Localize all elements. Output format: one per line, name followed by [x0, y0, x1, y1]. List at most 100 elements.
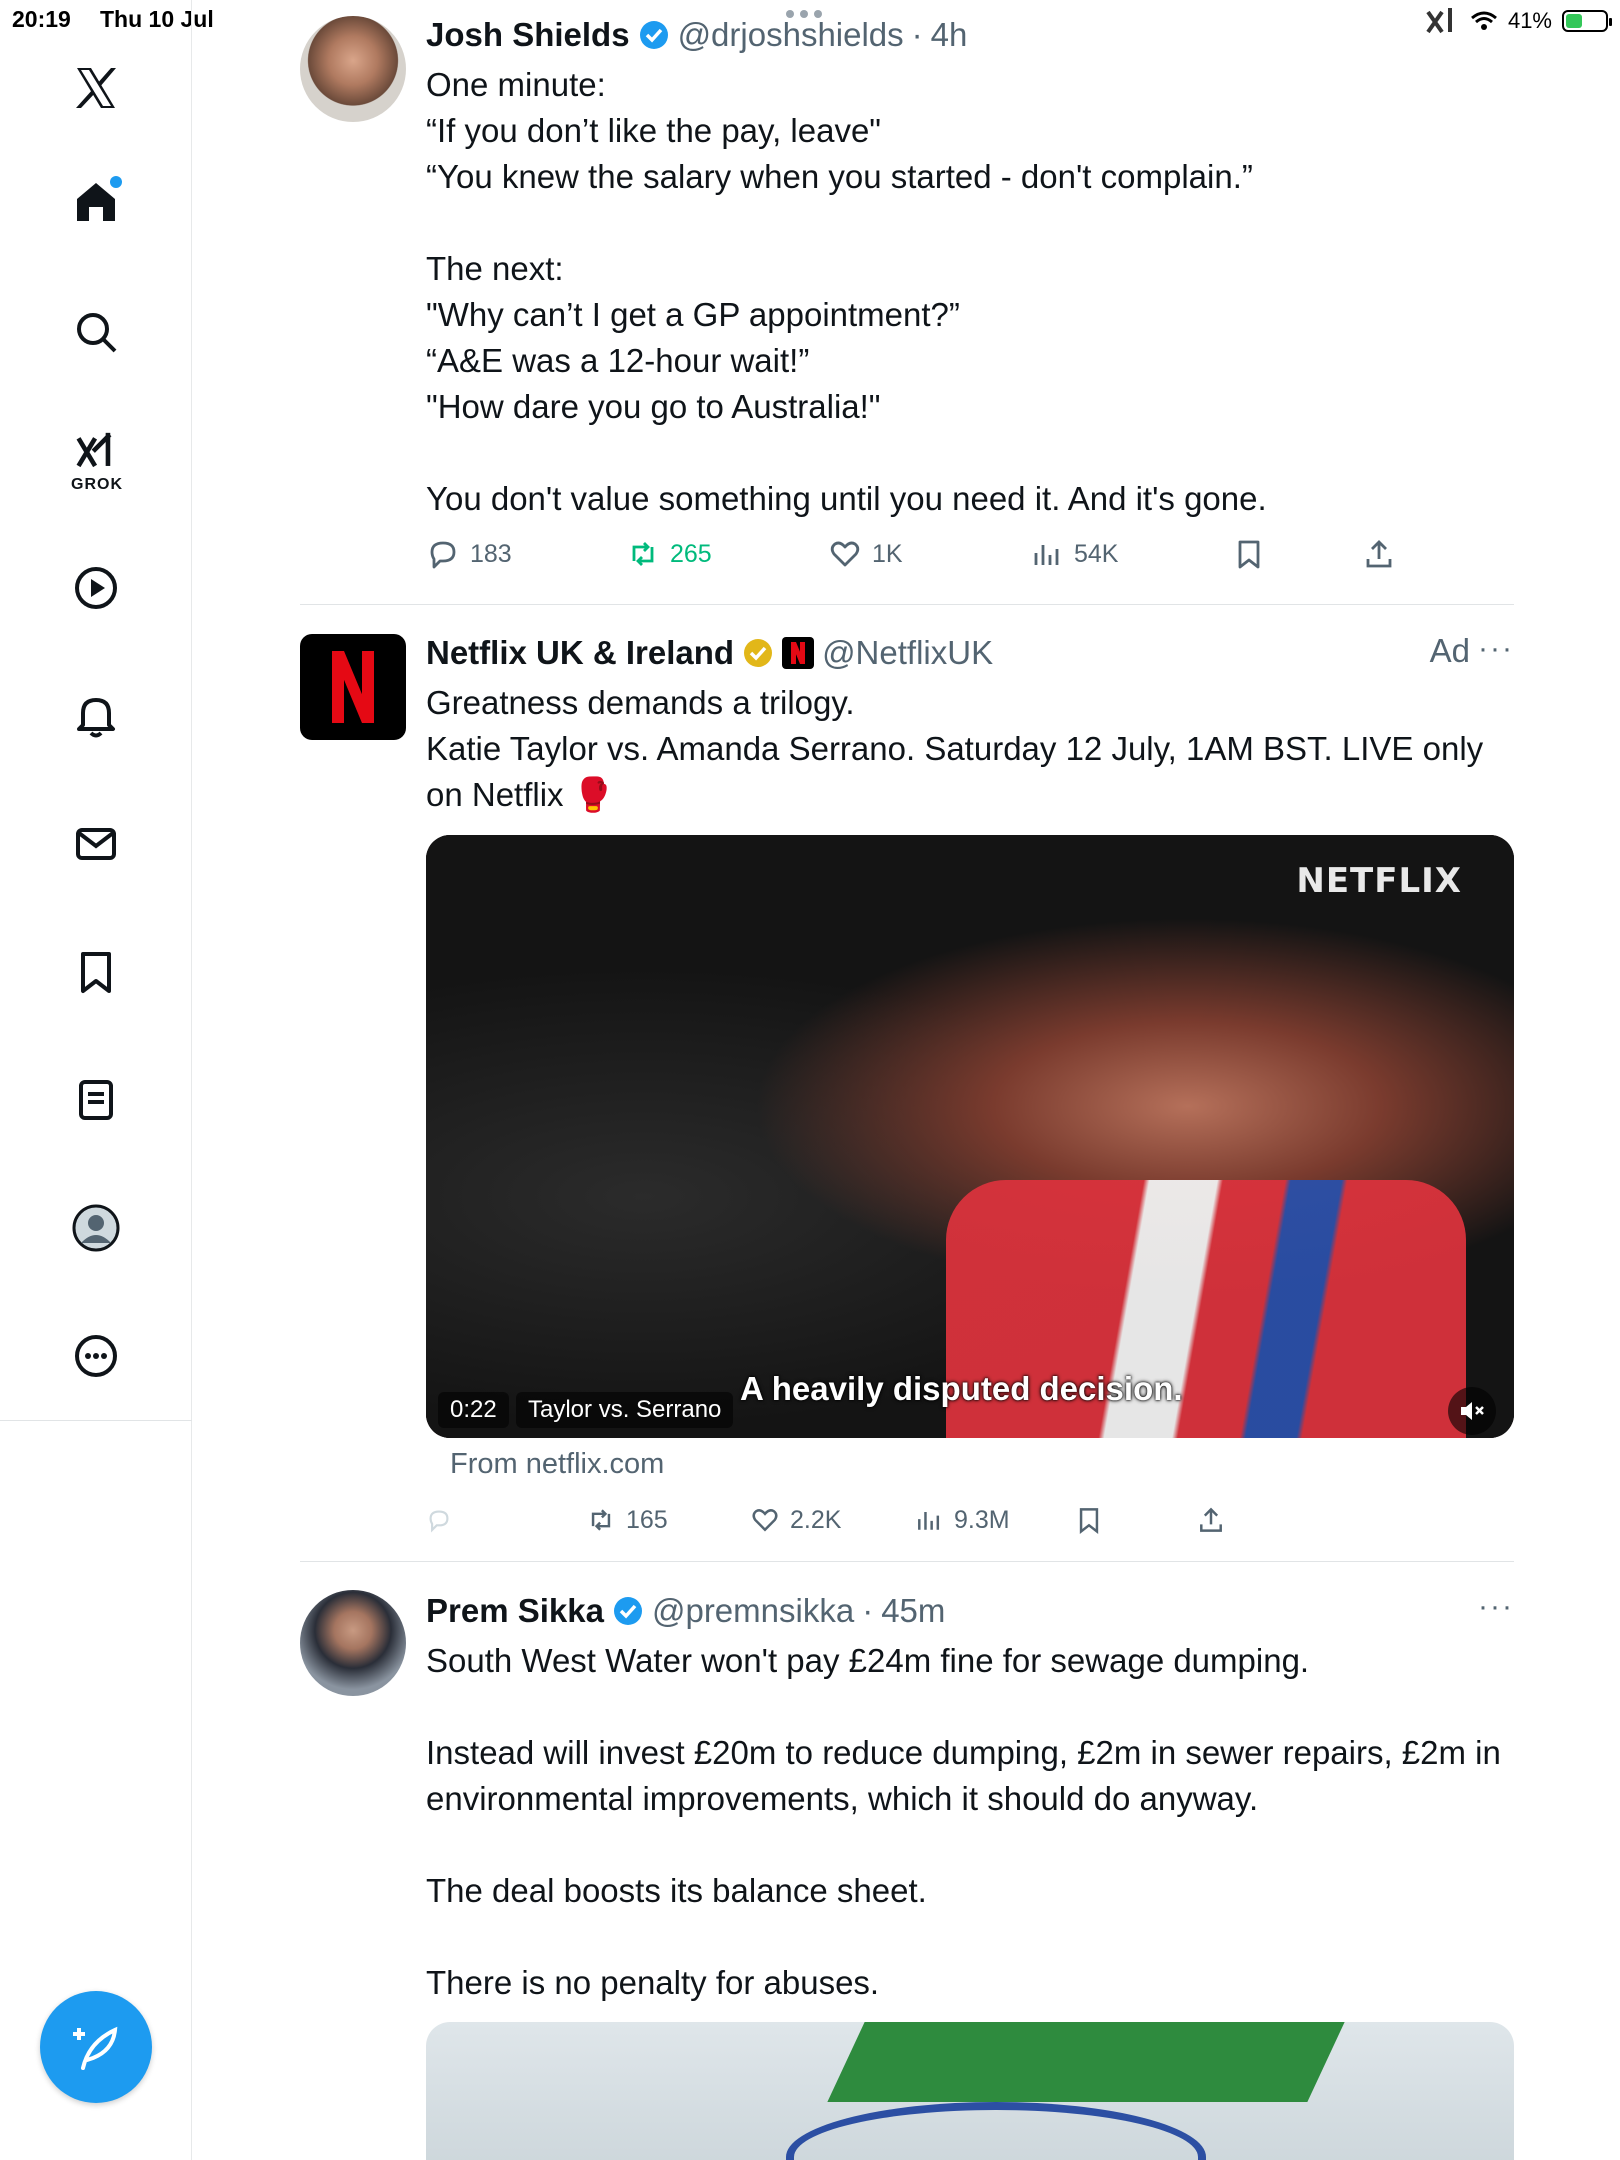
tweet-text: One minute: “If you don’t like the pay, … [426, 62, 1514, 522]
netflix-watermark: NETFLIX [1296, 861, 1462, 901]
profile-icon [72, 1204, 120, 1252]
verified-gold-badge-icon [744, 639, 773, 667]
tweet-time[interactable]: 45m [881, 1592, 945, 1630]
sidebar-item-explore[interactable] [66, 302, 126, 362]
search-icon [77, 313, 117, 353]
share-button[interactable] [1362, 537, 1396, 571]
author-handle[interactable]: @drjoshshields [678, 16, 904, 54]
tweet[interactable]: Josh Shields @drjoshshields · 4h One min… [300, 14, 1514, 604]
reply-icon [429, 1510, 449, 1533]
reply-button[interactable] [426, 1507, 452, 1533]
author-handle[interactable]: @premnsikka [652, 1592, 854, 1630]
views-button[interactable]: 9.3M [914, 1505, 1010, 1535]
share-icon [1366, 540, 1392, 568]
views-icon [1034, 545, 1059, 565]
tweet-divider [300, 1561, 1514, 1562]
play-icon [75, 567, 117, 609]
sidebar-item-more[interactable] [66, 1326, 126, 1386]
avatar[interactable] [300, 1590, 406, 1696]
unread-indicator [110, 176, 122, 188]
bookmark-button[interactable] [1074, 1505, 1104, 1535]
video-title: Taylor vs. Serrano [516, 1392, 734, 1428]
sidebar-item-video[interactable] [66, 558, 126, 618]
sidebar-item-grok[interactable]: GROK [66, 424, 126, 493]
text-line: Instead will invest £20m to reduce dumpi… [426, 1734, 1501, 1817]
sidebar-item-messages[interactable] [66, 814, 126, 874]
text-line [426, 200, 1514, 246]
like-button[interactable]: 1K [828, 537, 903, 571]
text-line: The next: [426, 250, 564, 287]
sidebar-nav: GROK [0, 0, 192, 2160]
author-name[interactable]: Josh Shields [426, 16, 630, 54]
repost-button[interactable]: 165 [586, 1505, 668, 1535]
more-options-icon[interactable]: ··· [1478, 1590, 1514, 1624]
sidebar-item-profile[interactable] [66, 1198, 126, 1258]
text-line: The deal boosts its balance sheet. [426, 1872, 927, 1909]
text-line: You don't value something until you need… [426, 480, 1267, 517]
tweet-actions: 183 265 1K 54K [426, 534, 1514, 574]
text-line [426, 1822, 1514, 1868]
mail-icon [76, 828, 116, 860]
compose-icon [73, 2026, 118, 2070]
text-line: Katie Taylor vs. Amanda Serrano. Saturda… [426, 730, 1484, 813]
repost-button[interactable]: 265 [626, 537, 712, 571]
text-line: Greatness demands a trilogy. [426, 684, 855, 721]
netflix-logo-icon [332, 651, 374, 723]
text-line: "Why can’t I get a GP appointment?” [426, 296, 960, 333]
text-line: There is no penalty for abuses. [426, 1964, 880, 2001]
text-line: “If you don’t like the pay, leave" [426, 112, 882, 149]
more-options-icon[interactable]: ··· [1478, 632, 1514, 666]
x-logo-icon[interactable] [66, 58, 126, 118]
tweet-text: Greatness demands a trilogy. Katie Taylo… [426, 680, 1514, 818]
views-button[interactable]: 54K [1030, 537, 1118, 571]
video-duration: 0:22 [438, 1392, 509, 1428]
text-line: “A&E was a 12-hour wait!” [426, 342, 810, 379]
author-handle[interactable]: @NetflixUK [822, 634, 993, 672]
netflix-affiliate-icon [782, 637, 815, 669]
mute-button[interactable] [1448, 1387, 1496, 1435]
author-name[interactable]: Netflix UK & Ireland [426, 634, 734, 672]
reply-button[interactable]: 183 [426, 537, 512, 571]
like-count: 2.2K [790, 1505, 842, 1534]
text-line: “You knew the salary when you started - … [426, 158, 1253, 195]
tweet-divider [300, 604, 1514, 605]
list-icon [79, 1080, 113, 1120]
author-name[interactable]: Prem Sikka [426, 1592, 604, 1630]
avatar[interactable] [300, 16, 406, 122]
tweet-header: Josh Shields @drjoshshields · 4h [426, 14, 1514, 56]
repost-icon [591, 1509, 611, 1531]
muted-speaker-icon [1461, 1402, 1484, 1420]
separator-dot: · [862, 1592, 874, 1629]
ad-label: Ad [1429, 632, 1470, 669]
bookmark-icon [81, 952, 111, 993]
tweet-image[interactable] [426, 2022, 1514, 2160]
bookmark-icon [1238, 540, 1260, 569]
sidebar-item-lists[interactable] [66, 1070, 126, 1130]
reply-icon [430, 541, 456, 569]
grok-label: GROK [71, 476, 123, 493]
text-line: South West Water won't pay £24m fine for… [426, 1642, 1310, 1679]
text-line [426, 430, 1514, 476]
video-subtitle: A heavily disputed decision. [740, 1370, 1183, 1407]
text-line: "How dare you go to Australia!" [426, 388, 881, 425]
sidebar-item-bookmarks[interactable] [66, 942, 126, 1002]
sidebar-item-notifications[interactable] [66, 686, 126, 746]
source-link[interactable]: From netflix.com [450, 1448, 664, 1481]
bookmark-button[interactable] [1232, 537, 1266, 571]
like-button[interactable]: 2.2K [750, 1505, 841, 1535]
avatar[interactable] [300, 634, 406, 740]
text-line [426, 1684, 1514, 1730]
sidebar-divider [0, 1420, 192, 1421]
video-player[interactable]: NETFLIX A heavily disputed decision. 0:2… [426, 835, 1514, 1438]
views-count: 9.3M [954, 1505, 1010, 1534]
tweet-header: Prem Sikka @premnsikka · 45m [426, 1590, 1514, 1632]
bookmark-icon [1079, 1508, 1099, 1534]
heart-icon [830, 541, 860, 567]
compose-button[interactable] [40, 1991, 152, 2103]
repost-icon [632, 542, 654, 566]
tweet-time[interactable]: 4h [931, 16, 968, 54]
like-count: 1K [872, 539, 903, 568]
share-button[interactable] [1196, 1505, 1226, 1535]
share-icon [1200, 1507, 1222, 1532]
sidebar-item-home[interactable] [66, 172, 126, 232]
